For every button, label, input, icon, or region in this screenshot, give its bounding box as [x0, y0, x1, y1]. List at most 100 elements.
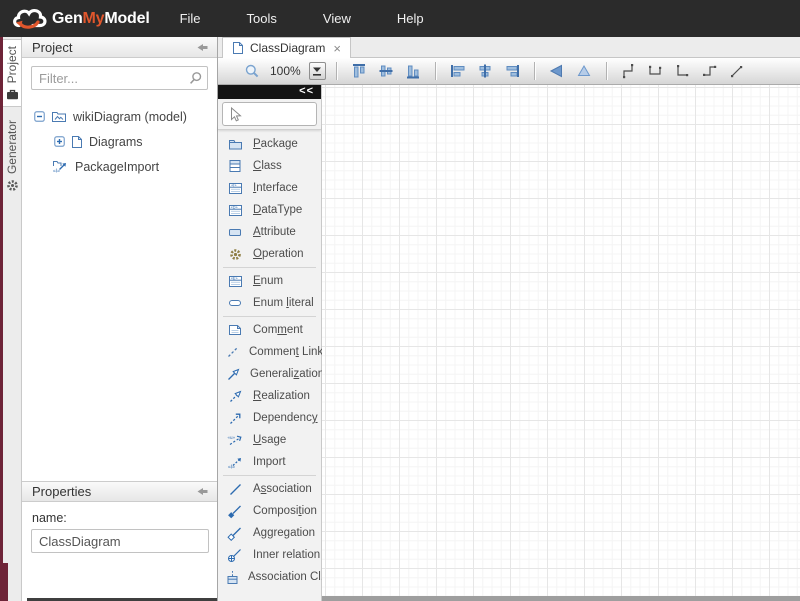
palette-item-enum-literal[interactable]: Enum literal — [218, 292, 321, 314]
tool-palette: << — [218, 85, 322, 601]
palette-item-interface[interactable]: «I» Interface — [218, 177, 321, 199]
palette-separator — [223, 267, 316, 268]
palette-item-comment-link[interactable]: Comment Link — [218, 341, 321, 363]
properties-panel-header: Properties — [22, 481, 217, 502]
menu-view[interactable]: View — [323, 11, 351, 26]
search-icon — [188, 71, 202, 85]
main-content: << — [218, 85, 800, 601]
rail-tab-generator[interactable]: Generator — [3, 114, 21, 198]
toolbar-separator — [534, 62, 535, 80]
palette-item-label: Realization — [253, 390, 310, 402]
menu-help[interactable]: Help — [397, 11, 424, 26]
palette-item-inner-relation[interactable]: Inner relation — [218, 544, 321, 566]
collapse-panel-button[interactable] — [196, 42, 209, 53]
palette-item-label: Association Cl... — [248, 571, 330, 583]
main-area: ClassDiagram × 100% — [218, 37, 800, 601]
palette-item-label: Aggregation — [253, 527, 315, 539]
package-icon — [226, 138, 244, 151]
aggregation-icon — [226, 526, 244, 541]
zoom-dropdown-button[interactable] — [309, 62, 326, 80]
palette-item-class[interactable]: Class — [218, 155, 321, 177]
palette-item-association-class[interactable]: Association Cl... — [218, 566, 321, 588]
app-body: Project Generator — [0, 37, 800, 601]
zoom-icon — [240, 60, 264, 82]
generalization-icon — [226, 367, 241, 382]
class-icon — [226, 159, 244, 173]
route-corner-reverse-button[interactable] — [698, 60, 722, 82]
align-bottom-button[interactable] — [401, 60, 425, 82]
route-corner-button[interactable] — [671, 60, 695, 82]
palette-item-operation[interactable]: Operation — [218, 243, 321, 265]
route-step-down-button[interactable] — [644, 60, 668, 82]
filter-input[interactable] — [31, 66, 208, 90]
left-edge-accent — [0, 563, 8, 601]
palette-item-label: Generalization — [250, 368, 324, 380]
palette-item-label: Interface — [253, 182, 298, 194]
diagram-page-icon — [232, 41, 244, 55]
menu-file[interactable]: File — [180, 11, 201, 26]
close-tab-icon[interactable]: × — [333, 42, 341, 55]
route-step-up-button[interactable] — [617, 60, 641, 82]
palette-item-label: Comment — [253, 324, 303, 336]
menu-tools[interactable]: Tools — [247, 11, 277, 26]
palette-item-label: Association — [253, 483, 312, 495]
composition-icon — [226, 504, 244, 519]
operation-gear-icon — [226, 248, 244, 261]
palette-item-comment[interactable]: Comment — [218, 319, 321, 341]
palette-item-composition[interactable]: Composition — [218, 500, 321, 522]
align-center-button[interactable] — [473, 60, 497, 82]
datatype-icon: «D» — [226, 204, 244, 217]
palette-item-label: Operation — [253, 248, 304, 260]
tree-row-packageimport[interactable]: «I» PackageImport — [22, 154, 217, 179]
gear-icon — [6, 179, 19, 192]
association-class-icon — [226, 570, 239, 585]
rail-tab-project[interactable]: Project — [3, 39, 21, 107]
palette-item-package[interactable]: Package — [218, 133, 321, 155]
svg-text:«E»: «E» — [230, 276, 237, 280]
align-top-button[interactable] — [347, 60, 371, 82]
palette-item-usage[interactable]: «u» Usage — [218, 429, 321, 451]
palette-item-aggregation[interactable]: Aggregation — [218, 522, 321, 544]
enum-icon: «E» — [226, 275, 244, 288]
filter-wrap — [31, 66, 208, 90]
svg-text:«I»: «I» — [231, 183, 236, 187]
palette-item-generalization[interactable]: Generalization — [218, 363, 321, 385]
collapse-expander-icon[interactable] — [34, 111, 45, 122]
palette-item-association[interactable]: Association — [218, 478, 321, 500]
enum-literal-icon — [226, 299, 244, 307]
tree-row-wikidiagram[interactable]: wikiDiagram (model) — [22, 104, 217, 129]
align-middle-button[interactable] — [374, 60, 398, 82]
pin-arrow-icon — [196, 486, 209, 497]
diagram-canvas[interactable] — [322, 85, 800, 601]
palette-item-enum[interactable]: «E» Enum — [218, 270, 321, 292]
selection-tool-button[interactable] — [222, 102, 317, 126]
palette-collapse-button[interactable]: << — [218, 85, 321, 99]
dependency-icon — [226, 411, 244, 426]
model-icon — [51, 110, 67, 123]
flip-horizontal-button[interactable] — [545, 60, 569, 82]
route-straight-button[interactable] — [725, 60, 749, 82]
align-right-button[interactable] — [500, 60, 524, 82]
properties-panel-title: Properties — [32, 484, 196, 499]
palette-item-label: Attribute — [253, 226, 296, 238]
palette-item-attribute[interactable]: Attribute — [218, 221, 321, 243]
tree-row-diagrams[interactable]: Diagrams — [22, 129, 217, 154]
align-left-button[interactable] — [446, 60, 470, 82]
palette-item-label: Class — [253, 160, 282, 172]
palette-item-datatype[interactable]: «D» DataType — [218, 199, 321, 221]
genmymodel-logo[interactable]: GenMyModel — [10, 5, 150, 32]
import-icon: «I» — [226, 455, 244, 470]
expand-expander-icon[interactable] — [54, 136, 65, 147]
palette-item-realization[interactable]: Realization — [218, 385, 321, 407]
collapse-panel-button[interactable] — [196, 486, 209, 497]
palette-item-import[interactable]: «I» Import — [218, 451, 321, 473]
tab-classdiagram[interactable]: ClassDiagram × — [222, 37, 351, 58]
flip-vertical-button[interactable] — [572, 60, 596, 82]
svg-text:«D»: «D» — [230, 205, 237, 209]
name-field[interactable] — [31, 529, 209, 553]
comment-icon — [226, 324, 244, 336]
tree-node-label: Diagrams — [89, 135, 143, 149]
palette-item-dependency[interactable]: Dependency — [218, 407, 321, 429]
pin-arrow-icon — [196, 42, 209, 53]
logo-wordmark: GenMyModel — [52, 10, 150, 28]
